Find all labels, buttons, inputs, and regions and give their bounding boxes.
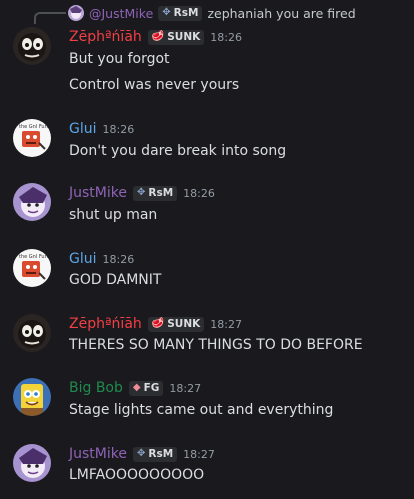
- svg-text:the Gnl Funk: the Gnl Funk: [19, 254, 51, 260]
- username[interactable]: Glui: [69, 121, 97, 137]
- username[interactable]: Zēphªńīāh: [69, 29, 142, 45]
- username[interactable]: JustMike: [69, 446, 127, 462]
- message-text: LMFAOOOOOOOOO: [69, 467, 205, 483]
- svg-text:the Gnl Funk: the Gnl Funk: [19, 124, 51, 130]
- user-tag: 🥩 SUNK: [147, 316, 205, 332]
- user-tag: ◆ FG: [128, 380, 164, 396]
- avatar[interactable]: [13, 378, 51, 416]
- avatar[interactable]: [13, 183, 51, 221]
- user-tag: ✥ RsM: [132, 185, 178, 201]
- message-header: Zēphªńīāh 🥩 SUNK 18:27: [69, 315, 242, 333]
- rsm-icon: ✥: [136, 187, 146, 198]
- timestamp: 18:27: [183, 447, 215, 461]
- user-tag: 🥩 SUNK: [147, 29, 205, 45]
- reply-text: zephaniah you are fired: [207, 5, 356, 21]
- username[interactable]: Big Bob: [69, 380, 123, 396]
- user-tag: ✥ RsM: [132, 446, 178, 462]
- avatar[interactable]: [13, 27, 51, 65]
- reply-author[interactable]: @JustMike: [89, 6, 153, 21]
- timestamp: 18:26: [210, 30, 242, 44]
- message-header: JustMike ✥ RsM 18:26: [69, 184, 215, 202]
- sunk-icon: 🥩: [151, 31, 165, 42]
- reply-preview[interactable]: @JustMike ✥ RsM zephaniah you are fired: [68, 4, 356, 22]
- message-text: GOD DAMNIT: [69, 272, 162, 288]
- username[interactable]: Zēphªńīāh: [69, 316, 142, 332]
- message-text: THERES SO MANY THINGS TO DO BEFORE: [69, 337, 363, 353]
- username[interactable]: Glui: [69, 251, 97, 267]
- message-text: Stage lights came out and everything: [69, 402, 334, 418]
- message-text: Don't you dare break into song: [69, 143, 287, 159]
- reply-connector-line: [34, 12, 66, 24]
- timestamp: 18:26: [102, 252, 135, 266]
- avatar[interactable]: the Gnl Funk: [13, 249, 51, 287]
- username[interactable]: JustMike: [69, 185, 127, 201]
- timestamp: 18:26: [102, 122, 135, 136]
- message-header: Glui 18:26: [69, 250, 134, 268]
- message-header: Zēphªńīāh 🥩 SUNK 18:26: [69, 28, 242, 46]
- message-header: Big Bob ◆ FG 18:27: [69, 379, 201, 397]
- message-text: Control was never yours: [69, 77, 240, 93]
- diamond-icon: ◆: [132, 382, 141, 393]
- message-text: shut up man: [69, 207, 158, 223]
- avatar[interactable]: the Gnl Funk: [13, 119, 51, 157]
- timestamp: 18:27: [169, 381, 202, 395]
- avatar[interactable]: [13, 314, 51, 352]
- message-header: JustMike ✥ RsM 18:27: [69, 445, 215, 463]
- timestamp: 18:26: [183, 186, 215, 200]
- sunk-icon: 🥩: [151, 318, 165, 329]
- reply-author-tag: ✥ RsM: [158, 5, 203, 21]
- reply-avatar[interactable]: [68, 5, 84, 21]
- message-header: Glui 18:26: [69, 120, 134, 138]
- rsm-icon: ✥: [162, 7, 171, 18]
- message-text: But you forgot: [69, 51, 170, 67]
- timestamp: 18:27: [210, 317, 242, 331]
- avatar[interactable]: [13, 444, 51, 482]
- rsm-icon: ✥: [136, 448, 146, 459]
